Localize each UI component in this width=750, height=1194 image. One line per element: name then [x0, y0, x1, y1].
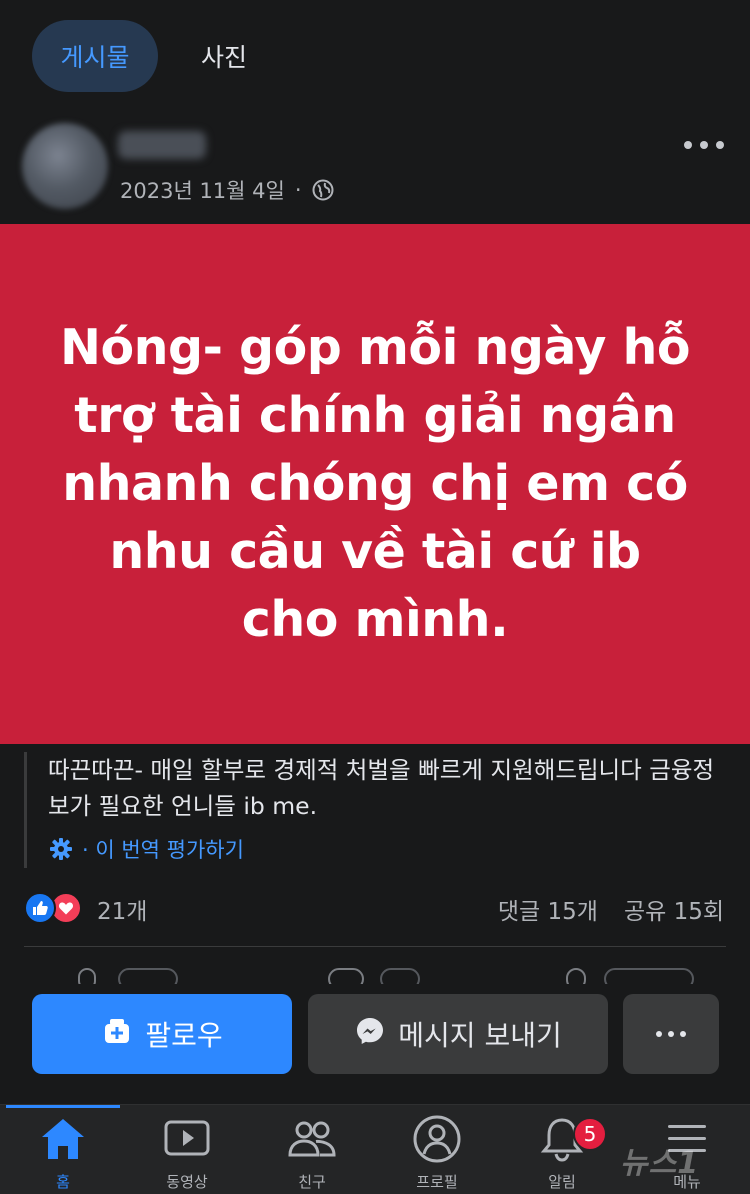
engagement-stats: 댓글 15개 공유 15회: [498, 892, 724, 926]
follow-button[interactable]: 팔로우: [32, 994, 292, 1074]
share-action-label: [604, 968, 694, 984]
avatar[interactable]: [22, 123, 108, 209]
translated-caption: 따끈따끈- 매일 할부로 경제적 처벌을 빠르게 지원해드립니다 금융정보가 필…: [24, 752, 724, 868]
globe-icon: [312, 179, 334, 201]
news-watermark: 뉴스1: [620, 1146, 700, 1181]
comment-action-icon[interactable]: [328, 968, 364, 984]
tab-photos[interactable]: 사진: [180, 20, 268, 92]
more-icon: [656, 1031, 686, 1037]
messenger-icon: [354, 1015, 386, 1054]
follow-icon: [101, 1015, 133, 1054]
profile-icon: [411, 1113, 463, 1165]
author-name-blurred[interactable]: [118, 131, 206, 159]
like-action-icon[interactable]: [78, 968, 96, 984]
nav-friends-label: 친구: [298, 1173, 326, 1191]
like-action-label: [118, 968, 178, 984]
more-options-button[interactable]: [623, 994, 719, 1074]
post-meta: 2023년 11월 4일 ·: [120, 173, 334, 207]
nav-profile-label: 프로필: [416, 1173, 458, 1191]
reactions-summary: 21개 댓글 15개 공유 15회: [0, 884, 750, 932]
post-date[interactable]: 2023년 11월 4일: [120, 175, 285, 205]
profile-tabs: 게시물 사진: [0, 0, 750, 115]
nav-video-label: 동영상: [166, 1173, 208, 1191]
nav-video[interactable]: 동영상: [132, 1113, 242, 1193]
notification-badge: 5: [573, 1117, 607, 1151]
home-icon: [37, 1113, 89, 1165]
rate-translation-label: · 이 번역 평가하기: [82, 838, 244, 862]
rate-translation[interactable]: · 이 번역 평가하기: [48, 834, 244, 864]
meta-separator: ·: [294, 178, 302, 202]
active-tab-indicator: [6, 1105, 120, 1108]
share-count[interactable]: 공유 15회: [624, 892, 724, 926]
reaction-icons[interactable]: [24, 892, 90, 924]
post-options-icon[interactable]: [684, 133, 724, 157]
follow-label: 팔로우: [145, 1019, 223, 1052]
nav-home-label: 홈: [56, 1173, 70, 1191]
caption-text: 따끈따끈- 매일 할부로 경제적 처벌을 빠르게 지원해드립니다 금융정보가 필…: [48, 756, 715, 820]
nav-notifications[interactable]: 5 알림: [507, 1113, 617, 1193]
post-header: 2023년 11월 4일 ·: [0, 115, 750, 223]
gear-icon: [48, 836, 74, 862]
comment-action-label: [380, 968, 420, 984]
friends-icon: [286, 1113, 338, 1165]
reaction-count[interactable]: 21개: [97, 892, 147, 926]
post-action-bar-clipped: [0, 962, 750, 984]
post-image-banner[interactable]: Nóng- góp mỗi ngày hỗ trợ tài chính giải…: [0, 224, 750, 744]
nav-home[interactable]: 홈: [8, 1113, 118, 1193]
nav-friends[interactable]: 친구: [257, 1113, 367, 1193]
comment-count[interactable]: 댓글 15개: [498, 892, 598, 926]
banner-text: Nóng- góp mỗi ngày hỗ trợ tài chính giải…: [59, 319, 691, 648]
share-action-icon[interactable]: [566, 968, 586, 984]
nav-notifications-label: 알림: [548, 1173, 576, 1191]
nav-profile[interactable]: 프로필: [382, 1113, 492, 1193]
divider: [24, 946, 726, 947]
video-icon: [161, 1113, 213, 1165]
message-button[interactable]: 메시지 보내기: [308, 994, 608, 1074]
tab-posts[interactable]: 게시물: [32, 20, 158, 92]
like-icon: [24, 892, 56, 924]
profile-actions: 팔로우 메시지 보내기: [0, 994, 750, 1074]
message-label: 메시지 보내기: [398, 1019, 562, 1052]
